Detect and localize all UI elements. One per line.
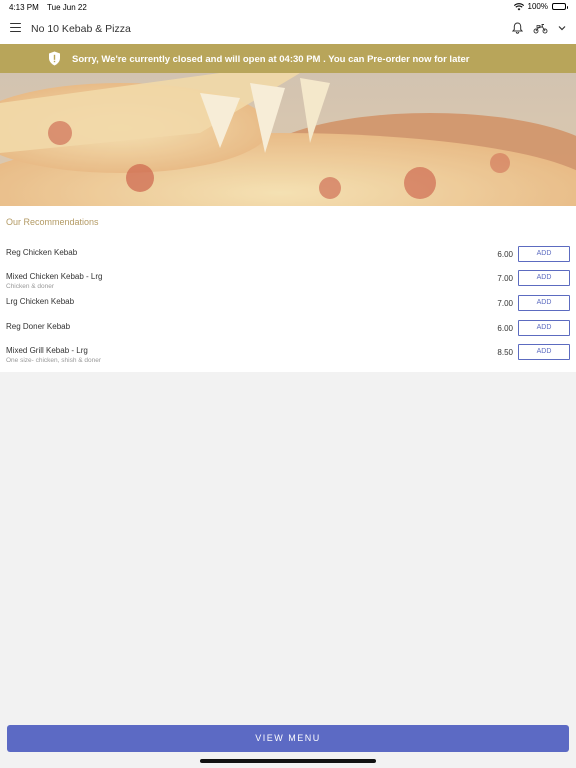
header-icons	[512, 22, 566, 34]
list-item: Reg Doner Kebab 6.00 ADD	[0, 320, 576, 346]
menu-icon[interactable]	[10, 23, 21, 33]
item-name: Mixed Chicken Kebab - Lrg	[6, 272, 103, 281]
item-price: 7.00	[497, 299, 513, 308]
status-date: Tue Jun 22	[47, 3, 87, 12]
shield-icon	[49, 51, 60, 66]
item-name: Lrg Chicken Kebab	[6, 297, 75, 306]
list-item: Mixed Chicken Kebab - Lrg Chicken & done…	[0, 270, 576, 296]
recommendations-section: Our Recommendations Reg Chicken Kebab 6.…	[0, 206, 576, 372]
add-button[interactable]: ADD	[518, 246, 570, 262]
item-price: 7.00	[497, 274, 513, 283]
add-button[interactable]: ADD	[518, 270, 570, 286]
item-price: 6.00	[497, 250, 513, 259]
app-header: No 10 Kebab & Pizza	[0, 14, 576, 44]
add-button[interactable]: ADD	[518, 295, 570, 311]
home-indicator	[200, 759, 376, 763]
section-title: Our Recommendations	[6, 217, 99, 227]
item-name: Reg Chicken Kebab	[6, 248, 78, 257]
pizza-illustration	[0, 73, 576, 206]
bell-icon[interactable]	[512, 22, 523, 34]
item-name: Mixed Grill Kebab - Lrg	[6, 346, 88, 355]
scooter-icon[interactable]	[533, 23, 548, 34]
status-bar: 4:13 PM Tue Jun 22 100%	[0, 0, 576, 14]
item-name: Reg Doner Kebab	[6, 322, 71, 331]
chevron-down-icon[interactable]	[558, 25, 566, 31]
hero-pizza-image	[0, 73, 576, 206]
item-description: One size- chicken, shish & doner	[6, 357, 102, 364]
add-button[interactable]: ADD	[518, 320, 570, 336]
battery-icon	[552, 3, 568, 10]
list-item: Mixed Grill Kebab - Lrg One size- chicke…	[0, 344, 576, 370]
list-item: Lrg Chicken Kebab 7.00 ADD	[0, 295, 576, 321]
status-right: 100%	[513, 2, 568, 11]
item-description: Chicken & doner	[6, 283, 55, 290]
closed-banner: Sorry, We're currently closed and will o…	[0, 44, 576, 73]
view-menu-button[interactable]: VIEW MENU	[7, 725, 569, 752]
item-price: 6.00	[497, 324, 513, 333]
add-button[interactable]: ADD	[518, 344, 570, 360]
status-time: 4:13 PM	[9, 3, 39, 12]
wifi-icon	[513, 2, 524, 10]
battery-percent: 100%	[527, 2, 548, 11]
page-title: No 10 Kebab & Pizza	[31, 23, 131, 35]
closed-message: Sorry, We're currently closed and will o…	[72, 54, 470, 65]
status-left: 4:13 PM Tue Jun 22	[9, 3, 87, 12]
item-price: 8.50	[497, 348, 513, 357]
list-item: Reg Chicken Kebab 6.00 ADD	[0, 246, 576, 272]
